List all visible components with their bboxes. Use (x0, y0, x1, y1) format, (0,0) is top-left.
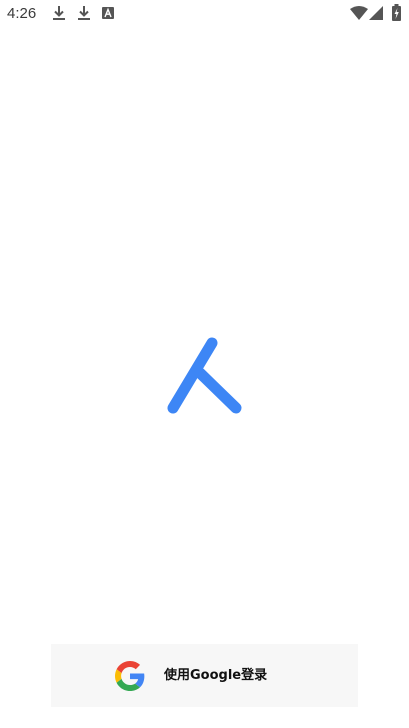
google-icon (115, 661, 145, 691)
download-icon (53, 6, 65, 20)
battery-charging-icon (392, 4, 401, 21)
google-signin-label: 使用Google登录 (164, 668, 268, 683)
accessibility-icon (102, 7, 114, 19)
wifi-icon (350, 6, 368, 20)
cellular-signal-icon (369, 6, 383, 20)
status-bar: 4:26 (0, 0, 409, 28)
status-time: 4:26 (7, 5, 37, 22)
download-icon (78, 6, 90, 20)
ren-character-logo-icon (167, 337, 242, 414)
google-signin-button[interactable]: 使用Google登录 (51, 644, 358, 707)
app-logo (166, 336, 244, 416)
